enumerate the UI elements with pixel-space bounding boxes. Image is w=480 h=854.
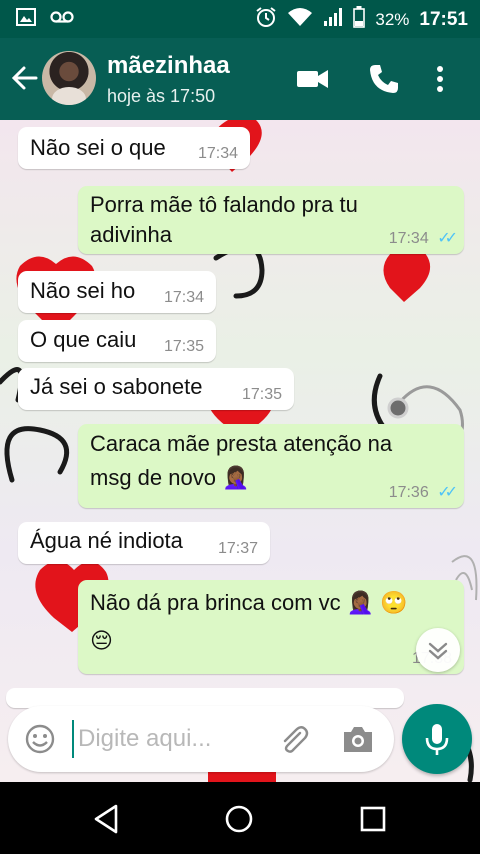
message-text-line-wrap: Não dá pra brinca com vc 🤦🏾‍♀️ 🙄 [90,588,452,619]
message-incoming[interactable]: O que caiu 17:35 [18,320,216,362]
alarm-icon [255,6,277,34]
message-incoming[interactable]: Já sei o sabonete 17:35 [18,368,294,410]
message-time: 17:36 [388,484,429,501]
message-text-line: Porra mãe tô falando pra tu [90,192,358,217]
battery-percent: 32% [375,10,410,29]
phone-icon[interactable] [367,62,401,96]
camera-icon[interactable] [342,724,374,754]
mic-button[interactable] [402,704,472,774]
message-composer [8,706,394,772]
clock: 17:51 [419,9,468,30]
message-incoming[interactable]: Não sei ho 17:34 [18,271,216,313]
message-text-line: Caraca mãe presta atenção na [90,431,393,456]
video-call-icon[interactable] [296,62,330,96]
contact-name[interactable]: mãezinhaa [107,52,230,80]
message-incoming[interactable]: Não sei o que 17:34 [18,127,250,169]
message-text: O que caiu [30,327,137,352]
message-time: 17:34 [163,289,204,306]
avatar[interactable] [42,51,96,105]
message-outgoing[interactable]: Porra mãe tô falando pra tu adivinha 17:… [78,186,464,254]
message-incoming[interactable]: Água né indiota 17:37 [18,522,270,564]
back-arrow-icon[interactable] [10,64,38,92]
message-time: 17:35 [163,338,204,355]
message-outgoing[interactable]: Não dá pra brinca com vc 🤦🏾‍♀️ 🙄 😔 17:38 [78,580,464,674]
message-time: 17:34 [197,145,238,162]
facepalm-emoji: 🤦🏾‍♀️ [346,591,375,616]
message-text: Água né indiota [30,528,183,553]
status-bar: 32% 17:51 [0,0,480,38]
mic-icon [425,724,449,755]
message-text: Já sei o sabonete [30,374,203,399]
scroll-to-bottom-button[interactable] [416,628,460,672]
message-time: 17:37 [217,540,258,557]
chat-header: mãezinhaa hoje às 17:50 [0,38,480,120]
message-text-line: msg de novo [90,465,216,490]
read-ticks-icon: ✓✓ [437,484,458,501]
voicemail-icon [50,10,74,29]
nav-recents-icon[interactable] [356,802,390,836]
battery-icon [353,6,366,34]
message-text: Não sei ho [30,278,136,303]
wifi-icon [287,7,313,33]
image-icon [16,8,36,31]
signal-icon [323,7,343,33]
message-time: 17:35 [241,386,282,403]
message-time-wrap: 17:36 ✓✓ [388,484,458,502]
attach-icon[interactable] [278,723,310,755]
chevron-down-icon [428,642,448,660]
pensive-emoji: 😔 [90,629,113,654]
chat-area[interactable]: Não sei o que 17:34 Porra mãe tô falando… [0,120,480,782]
message-input[interactable] [72,720,262,758]
last-seen: hoje às 17:50 [107,86,216,106]
message-text: Não sei o que [30,135,166,160]
message-outgoing[interactable]: Caraca mãe presta atenção na msg de novo… [78,424,464,508]
read-ticks-icon: ✓✓ [437,230,458,247]
emoji-icon[interactable] [24,723,56,755]
message-time: 17:34 [388,230,429,247]
message-time-wrap: 17:34 ✓✓ [388,230,458,248]
nav-home-icon[interactable] [222,802,256,836]
nav-back-icon[interactable] [90,802,124,836]
eye-roll-emoji: 🙄 [380,591,408,616]
system-nav-bar [0,782,480,854]
message-text-line: Não dá pra brinca com vc [90,590,341,615]
more-vert-icon[interactable] [430,62,450,96]
message-incoming-partial [6,688,404,708]
facepalm-emoji: 🤦🏾‍♀️ [222,466,250,491]
